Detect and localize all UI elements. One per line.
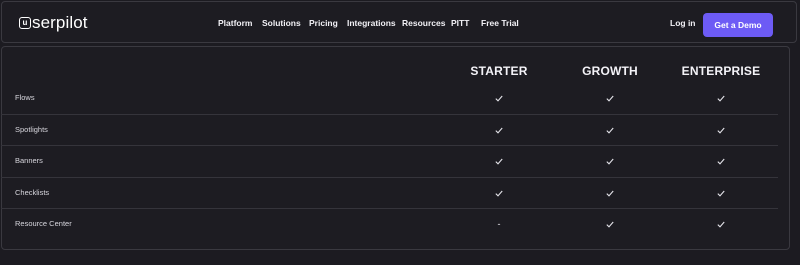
row-divider [1, 114, 778, 115]
checkmark-icon [671, 219, 771, 229]
plan-header-enterprise: ENTERPRISE [681, 64, 761, 78]
nav-item-pitt[interactable]: PITT [451, 18, 469, 29]
top-navbar: u serpilot Platform Solutions Pricing In… [1, 1, 797, 43]
pricing-comparison-page: u serpilot Platform Solutions Pricing In… [0, 0, 800, 265]
checkmark-icon [560, 125, 660, 135]
feature-label-flows: Flows [15, 93, 35, 102]
nav-item-integrations[interactable]: Integrations [347, 18, 396, 29]
checkmark-icon [671, 93, 771, 103]
checkmark-icon [449, 125, 549, 135]
logo-mark-icon: u [19, 17, 31, 29]
checkmark-icon [671, 188, 771, 198]
checkmark-icon [560, 188, 660, 198]
row-divider [1, 177, 778, 178]
nav-item-platform[interactable]: Platform [218, 18, 252, 29]
feature-label-resource-center: Resource Center [15, 219, 72, 228]
logo-wordmark: serpilot [32, 13, 88, 32]
row-divider [1, 145, 778, 146]
login-link[interactable]: Log in [670, 18, 696, 29]
feature-label-checklists: Checklists [15, 188, 50, 197]
row-divider [1, 208, 778, 209]
checkmark-icon [449, 156, 549, 166]
feature-label-banners: Banners [15, 156, 43, 165]
nav-item-free-trial[interactable]: Free Trial [481, 18, 519, 29]
checkmark-icon [560, 219, 660, 229]
plan-header-starter: STARTER [470, 64, 528, 78]
nav-item-resources[interactable]: Resources [402, 18, 445, 29]
checkmark-icon [449, 93, 549, 103]
plan-header-growth: GROWTH [582, 64, 638, 78]
checkmark-icon [449, 188, 549, 198]
checkmark-icon [671, 125, 771, 135]
nav-item-solutions[interactable]: Solutions [262, 18, 301, 29]
not-included-dash: - [497, 219, 501, 229]
nav-item-pricing[interactable]: Pricing [309, 18, 338, 29]
checkmark-icon [560, 156, 660, 166]
userpilot-logo[interactable]: u serpilot [19, 14, 88, 32]
checkmark-icon [671, 156, 771, 166]
checkmark-icon [560, 93, 660, 103]
get-a-demo-button[interactable]: Get a Demo [703, 13, 773, 37]
feature-label-spotlights: Spotlights [15, 125, 48, 134]
